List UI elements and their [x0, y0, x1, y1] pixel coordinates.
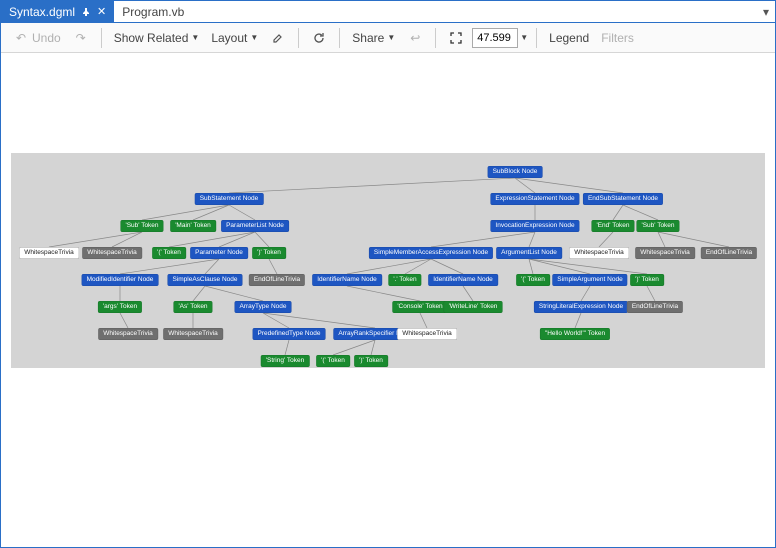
- graph-node[interactable]: Parameter Node: [190, 247, 248, 259]
- graph-node[interactable]: SimpleMemberAccessExpression Node: [369, 247, 493, 259]
- separator: [101, 28, 102, 48]
- graph-node[interactable]: WhitespaceTrivia: [163, 328, 223, 340]
- graph-node[interactable]: WhitespaceTrivia: [98, 328, 158, 340]
- undo-button[interactable]: ↶ Undo: [9, 28, 65, 48]
- tab-syntax-dgml[interactable]: Syntax.dgml ✕: [1, 1, 114, 22]
- graph-node[interactable]: SimpleAsClause Node: [167, 274, 242, 286]
- graph-node[interactable]: WhitespaceTrivia: [82, 247, 142, 259]
- graph-canvas[interactable]: SubBlock Node SubStatement Node Expression…: [11, 153, 765, 368]
- tab-program-vb[interactable]: Program.vb: [114, 1, 192, 22]
- graph-node[interactable]: ')' Token: [354, 355, 388, 367]
- filters-label: Filters: [601, 31, 634, 45]
- graph-node[interactable]: SimpleArgument Node: [552, 274, 627, 286]
- chevron-down-icon: ▼: [250, 33, 258, 42]
- back-button[interactable]: ↩: [403, 28, 427, 48]
- graph-node[interactable]: WhitespaceTrivia: [19, 247, 79, 259]
- graph-node[interactable]: '(' Token: [316, 355, 350, 367]
- graph-node[interactable]: 'WriteLine' Token: [444, 301, 503, 313]
- redo-icon: ↷: [73, 30, 89, 46]
- redo-button[interactable]: ↷: [69, 28, 93, 48]
- graph-node[interactable]: 'String' Token: [261, 355, 310, 367]
- undo-label: Undo: [32, 31, 61, 45]
- separator: [435, 28, 436, 48]
- graph-node[interactable]: ExpressionStatement Node: [490, 193, 579, 205]
- show-related-button[interactable]: Show Related ▼: [110, 29, 204, 47]
- chevron-down-icon: ▼: [191, 33, 199, 42]
- graph-node[interactable]: 'As' Token: [173, 301, 212, 313]
- filters-button[interactable]: Filters: [597, 29, 638, 47]
- share-label: Share: [352, 31, 384, 45]
- graph-node[interactable]: ModifiedIdentifier Node: [82, 274, 159, 286]
- graph-node[interactable]: StringLiteralExpression Node: [534, 301, 628, 313]
- tab-dropdown-button[interactable]: ▾: [757, 1, 775, 22]
- graph-node[interactable]: 'args' Token: [98, 301, 142, 313]
- layout-button[interactable]: Layout ▼: [207, 29, 262, 47]
- back-icon: ↩: [407, 30, 423, 46]
- tab-label: Syntax.dgml: [9, 5, 75, 19]
- show-related-label: Show Related: [114, 31, 189, 45]
- tab-label: Program.vb: [122, 5, 184, 19]
- graph-inner: SubBlock Node SubStatement Node Expression…: [11, 153, 765, 368]
- graph-node[interactable]: SubBlock Node: [488, 166, 543, 178]
- graph-node[interactable]: WhitespaceTrivia: [569, 247, 629, 259]
- app-root: Syntax.dgml ✕ Program.vb ▾ ↶ Undo ↷ Show…: [0, 0, 776, 548]
- graph-node[interactable]: InvocationExpression Node: [490, 220, 579, 232]
- graph-node[interactable]: '(' Token: [516, 274, 550, 286]
- legend-label: Legend: [549, 31, 589, 45]
- graph-node[interactable]: 'Console' Token: [392, 301, 447, 313]
- graph-node[interactable]: WhitespaceTrivia: [635, 247, 695, 259]
- graph-node[interactable]: ArgumentList Node: [496, 247, 562, 259]
- zoom-input[interactable]: [472, 28, 518, 48]
- pin-icon[interactable]: [81, 7, 91, 17]
- share-button[interactable]: Share ▼: [348, 29, 399, 47]
- separator: [536, 28, 537, 48]
- chevron-down-icon[interactable]: ▼: [520, 33, 528, 42]
- graph-node[interactable]: EndOfLineTrivia: [701, 247, 757, 259]
- legend-button[interactable]: Legend: [545, 29, 593, 47]
- graph-node[interactable]: "Hello World!"' Token: [540, 328, 610, 340]
- chevron-down-icon: ▼: [387, 33, 395, 42]
- graph-node[interactable]: PredefinedType Node: [253, 328, 326, 340]
- graph-node[interactable]: ')' Token: [252, 247, 286, 259]
- graph-node[interactable]: 'Main' Token: [170, 220, 216, 232]
- graph-node[interactable]: EndOfLineTrivia: [249, 274, 305, 286]
- canvas-area[interactable]: SubBlock Node SubStatement Node Expression…: [1, 53, 775, 547]
- graph-node[interactable]: ParameterList Node: [221, 220, 289, 232]
- graph-node[interactable]: 'Sub' Token: [120, 220, 163, 232]
- toolbar: ↶ Undo ↷ Show Related ▼ Layout ▼ Shar: [1, 23, 775, 53]
- close-icon[interactable]: ✕: [97, 5, 106, 18]
- graph-node[interactable]: IdentifierName Node: [312, 274, 382, 286]
- graph-node[interactable]: EndSubStatement Node: [583, 193, 663, 205]
- tab-strip: Syntax.dgml ✕ Program.vb ▾: [1, 1, 775, 23]
- separator: [298, 28, 299, 48]
- refresh-icon: [311, 30, 327, 46]
- undo-icon: ↶: [13, 30, 29, 46]
- graph-node[interactable]: WhitespaceTrivia: [397, 328, 457, 340]
- graph-node[interactable]: '(' Token: [152, 247, 186, 259]
- separator: [339, 28, 340, 48]
- layout-label: Layout: [211, 31, 247, 45]
- graph-node[interactable]: ArrayType Node: [235, 301, 292, 313]
- graph-node[interactable]: EndOfLineTrivia: [627, 301, 683, 313]
- graph-node[interactable]: SubStatement Node: [195, 193, 264, 205]
- highlight-button[interactable]: [266, 28, 290, 48]
- graph-node[interactable]: '.' Token: [388, 274, 421, 286]
- fit-to-window-icon: [448, 30, 464, 46]
- refresh-button[interactable]: [307, 28, 331, 48]
- graph-node[interactable]: 'Sub' Token: [636, 220, 679, 232]
- graph-node[interactable]: 'End' Token: [591, 220, 634, 232]
- fit-button[interactable]: [444, 28, 468, 48]
- highlight-icon: [270, 30, 286, 46]
- graph-node[interactable]: ')' Token: [630, 274, 664, 286]
- graph-node[interactable]: IdentifierName Node: [428, 274, 498, 286]
